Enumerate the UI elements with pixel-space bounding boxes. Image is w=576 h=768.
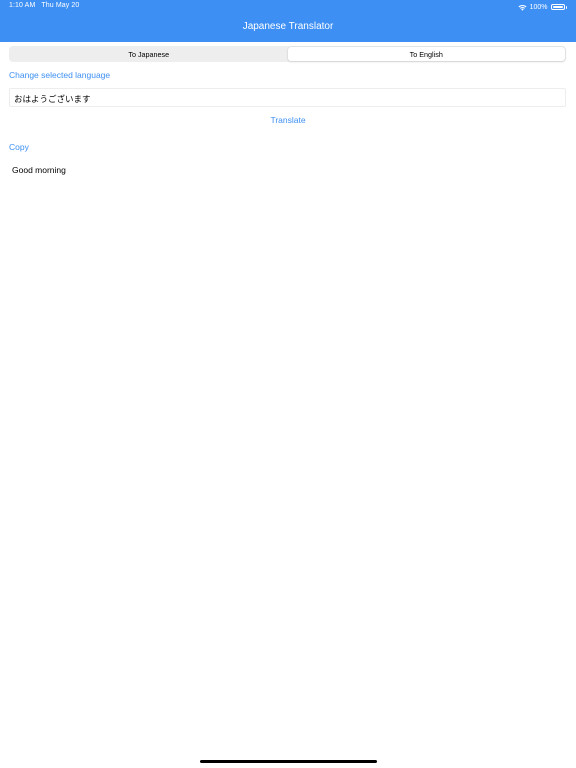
battery-tip (565, 5, 567, 9)
segment-to-japanese[interactable]: To Japanese (10, 47, 288, 61)
wifi-icon (518, 4, 527, 11)
status-indicators: 100% (518, 2, 567, 12)
translation-output: Good morning (12, 165, 66, 175)
navigation-bar: 1:10 AM Thu May 20 100% Japanese Transla… (0, 0, 576, 42)
status-time-date: 1:10 AM Thu May 20 (9, 2, 79, 9)
source-text-input[interactable]: おはようございます (9, 88, 566, 107)
copy-button[interactable]: Copy (9, 142, 29, 152)
status-time: 1:10 AM (9, 2, 36, 9)
translate-button[interactable]: Translate (0, 115, 576, 125)
page-title: Japanese Translator (242, 21, 334, 32)
direction-segmented-control[interactable]: To Japanese To English (9, 46, 566, 62)
battery-icon (550, 4, 565, 10)
change-language-button[interactable]: Change selected language (9, 70, 110, 80)
segment-to-english[interactable]: To English (287, 47, 565, 61)
status-date: Thu May 20 (41, 2, 80, 9)
battery-percent: 100% (529, 3, 548, 11)
home-indicator[interactable] (200, 760, 377, 763)
battery-fill (552, 6, 563, 8)
